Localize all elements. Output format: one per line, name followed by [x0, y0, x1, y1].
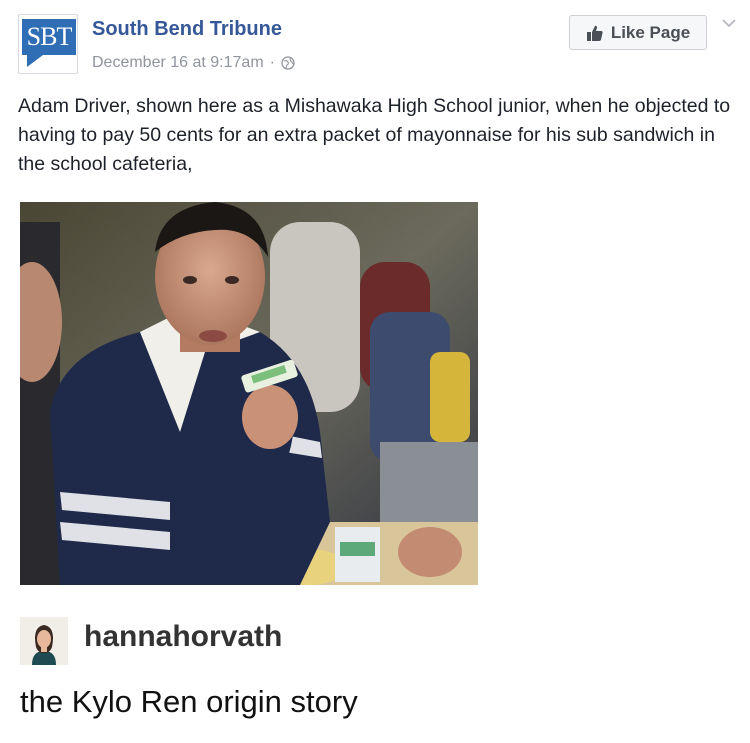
page-name-link[interactable]: South Bend Tribune: [92, 18, 282, 41]
post-meta: December 16 at 9:17am ·: [92, 54, 295, 72]
post-body-text: Adam Driver, shown here as a Mishawaka H…: [18, 95, 731, 175]
avatar-woman: [20, 617, 68, 665]
comment-username[interactable]: hannahorvath: [84, 620, 282, 654]
meta-separator: ·: [269, 54, 275, 71]
like-page-button[interactable]: Like Page: [569, 15, 707, 50]
post-timestamp[interactable]: December 16 at 9:17am: [92, 54, 264, 72]
avatar[interactable]: [20, 617, 68, 665]
facebook-post: SBT South Bend Tribune December 16 at 9:…: [0, 0, 750, 600]
logo-text: SBT: [22, 19, 76, 55]
thumbs-up-icon: [586, 25, 603, 41]
chevron-down-icon[interactable]: [720, 16, 738, 30]
comment-text: the Kylo Ren origin story: [20, 684, 358, 719]
logo-flag: [27, 55, 43, 67]
post-photo[interactable]: [20, 202, 478, 585]
like-page-label: Like Page: [610, 22, 691, 42]
globe-icon: [281, 56, 295, 70]
photo-student-eating: [20, 202, 478, 585]
page-logo[interactable]: SBT: [18, 14, 78, 74]
